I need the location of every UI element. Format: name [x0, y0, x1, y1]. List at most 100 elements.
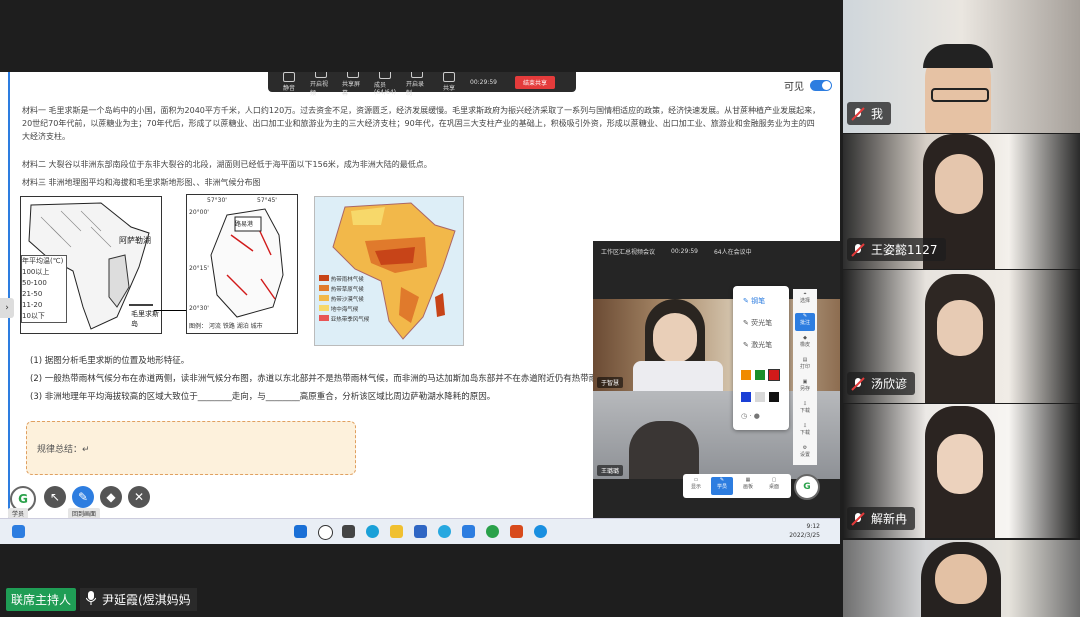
- wechat-icon[interactable]: [486, 525, 499, 538]
- meeting-title: 工作区汇总视频会议: [601, 248, 656, 256]
- laser-pointer-option[interactable]: ✎ 激光笔: [743, 340, 772, 350]
- annotate-tool[interactable]: ✎ 批注: [795, 313, 815, 331]
- share-screen-button[interactable]: 共享屏幕: [342, 72, 364, 97]
- members-button[interactable]: 成员(64/64): [374, 72, 396, 96]
- muted-mic-icon: [851, 242, 865, 257]
- meeting-app-icon[interactable]: [462, 525, 475, 538]
- color-swatch[interactable]: [741, 392, 751, 402]
- expand-chevron-icon[interactable]: ›: [0, 298, 14, 318]
- print-tool[interactable]: ▤ 打印: [795, 357, 815, 375]
- climate-legend-item: 热带雨林气候: [330, 277, 364, 283]
- participant-label: 解新冉: [847, 507, 916, 530]
- climate-legend-item: 地中海气候: [330, 307, 359, 313]
- desktop-button[interactable]: ▢ 桌面: [763, 477, 785, 495]
- pen-option[interactable]: ✎ 钢笔: [743, 296, 765, 306]
- drawing-board-button[interactable]: ▦ 画板: [737, 477, 759, 495]
- task-view-icon[interactable]: [342, 525, 355, 538]
- stroke-size-options[interactable]: ◷ · ●: [741, 412, 760, 420]
- question-1: (1) 据图分析毛里求斯的位置及地形特征。: [30, 356, 190, 366]
- legend-row: 11-20: [22, 301, 43, 309]
- coord-label: 57°45': [257, 197, 277, 204]
- share-toolbar: 静音 开启视频 共享屏幕 成员(64/64) 开启录制 共享 00:29:59 …: [268, 72, 576, 97]
- color-swatch[interactable]: [741, 370, 751, 380]
- relief-legend: 年平均温(℃) 100以上 50-100 21-50 11-20 10以下: [21, 255, 67, 323]
- browser-icon[interactable]: [438, 525, 451, 538]
- lake-label: 阿萨勒湖: [119, 236, 151, 245]
- mauritius-map: 路易港 57°30' 57°45' 20°00' 20°15' 20°30' 图…: [186, 194, 298, 334]
- system-tray-clock[interactable]: 9:12 2022/3/25: [789, 522, 820, 540]
- gallery-tile[interactable]: [843, 540, 1080, 617]
- material-2-text: 材料二 大裂谷以非洲东部南段位于东非大裂谷的北段，湖面则已经低于海平面以下156…: [22, 160, 432, 169]
- muted-mic-icon: [851, 106, 865, 121]
- share-button[interactable]: 共享: [438, 72, 460, 92]
- video-button[interactable]: 开启视频: [310, 72, 332, 97]
- color-swatch[interactable]: [755, 370, 765, 380]
- gallery-tile[interactable]: 汤欣谚: [843, 270, 1080, 403]
- visible-label: 可见: [784, 82, 804, 93]
- map-link-arrow: [154, 310, 190, 311]
- summary-label: 规律总结：↵: [37, 445, 90, 455]
- color-swatch[interactable]: [769, 392, 779, 402]
- members-icon: [379, 72, 391, 79]
- co-host-badge: 联席主持人: [6, 588, 77, 611]
- edge-icon[interactable]: [366, 525, 379, 538]
- record-button[interactable]: 开启录制: [406, 72, 428, 97]
- legend-row: 100以上: [22, 268, 50, 276]
- screen-icon: [347, 72, 359, 78]
- question-3: (3) 非洲地理年平均海拔较高的区域大致位于________走向，与______…: [30, 392, 496, 402]
- meeting-logo-icon[interactable]: G: [794, 474, 820, 500]
- folder-icon[interactable]: [390, 525, 403, 538]
- pointer-icon[interactable]: ↖: [44, 486, 66, 508]
- mic-icon: [85, 591, 97, 608]
- store-icon[interactable]: [414, 525, 427, 538]
- mic-icon: [283, 72, 295, 82]
- close-icon[interactable]: ✕: [128, 486, 150, 508]
- download-tool[interactable]: ⇩ 下载: [795, 401, 815, 419]
- start-icon[interactable]: [294, 525, 307, 538]
- display-button[interactable]: ▭ 显示: [685, 477, 707, 495]
- climate-legend-item: 热带草原气候: [330, 287, 364, 293]
- coord-label: 20°00': [189, 209, 209, 216]
- meeting-time: 00:29:59: [671, 247, 698, 255]
- legend-row: 10以下: [22, 312, 45, 320]
- climate-legend-item: 热带沙漠气候: [330, 297, 364, 303]
- settings-tool[interactable]: ⚙ 设置: [795, 445, 815, 463]
- clock-date: 2022/3/25: [789, 532, 820, 539]
- active-speaker: 尹延霞(煜淇妈妈: [80, 588, 197, 611]
- color-swatch[interactable]: [755, 392, 765, 402]
- search-icon[interactable]: [318, 525, 333, 540]
- meeting-title-bar[interactable]: 工作区汇总视频会议 00:29:59 64人在会议中: [593, 241, 840, 261]
- widgets-icon[interactable]: [12, 525, 25, 538]
- gallery-tile[interactable]: 我: [843, 0, 1080, 133]
- save-as-tool[interactable]: ▣ 另存: [795, 379, 815, 397]
- whiteboard-bottom-bar: ▭ 显示 ✎ 学员 ▦ 画板 ▢ 桌面: [683, 474, 791, 498]
- visibility-toggle-group: 可见: [784, 78, 832, 93]
- gallery-tile[interactable]: 解新冉: [843, 404, 1080, 538]
- highlighter-option[interactable]: ✎ 荧光笔: [743, 318, 772, 328]
- gallery-tile[interactable]: 王姿懿1127: [843, 134, 1080, 269]
- pen-menu: ✎ 钢笔 ✎ 荧光笔 ✎ 激光笔 ◷ · ●: [733, 286, 789, 430]
- legend-title: 年平均温(℃): [22, 257, 64, 265]
- color-swatch-selected[interactable]: [768, 369, 780, 381]
- meeting-timer: 00:29:59: [470, 78, 497, 86]
- app-icon[interactable]: [534, 525, 547, 538]
- speaker-name: 尹延霞(煜淇妈妈: [102, 593, 191, 607]
- eraser-icon[interactable]: ◆: [100, 486, 122, 508]
- visible-toggle[interactable]: [810, 80, 832, 91]
- climate-legend-item: 亚热带季风气候: [330, 317, 370, 323]
- africa-climate-map: 热带雨林气候 热带草原气候 热带沙漠气候 地中海气候 亚热带季风气候: [314, 196, 464, 346]
- map2-legend: 图例： 河流 铁路 湖泊 城市: [189, 323, 263, 330]
- pen-icon[interactable]: ✎: [72, 486, 94, 508]
- summary-box[interactable]: 规律总结：↵: [26, 421, 356, 475]
- download-tool[interactable]: ⇩ 下载: [795, 423, 815, 441]
- students-button[interactable]: ✎ 学员: [711, 477, 733, 495]
- end-share-button[interactable]: 结束共享: [514, 75, 555, 89]
- powerpoint-icon[interactable]: [510, 525, 523, 538]
- eraser-tool[interactable]: ◆ 橡皮: [795, 335, 815, 353]
- camera-icon: [315, 72, 327, 78]
- mute-button[interactable]: 静音: [278, 72, 300, 92]
- participant-label: 王姿懿1127: [847, 238, 946, 261]
- climate-legend: 热带雨林气候 热带草原气候 热带沙漠气候 地中海气候 亚热带季风气候: [319, 275, 369, 325]
- select-tool[interactable]: ⌖ 选择: [795, 291, 815, 309]
- clock-time: 9:12: [806, 523, 820, 530]
